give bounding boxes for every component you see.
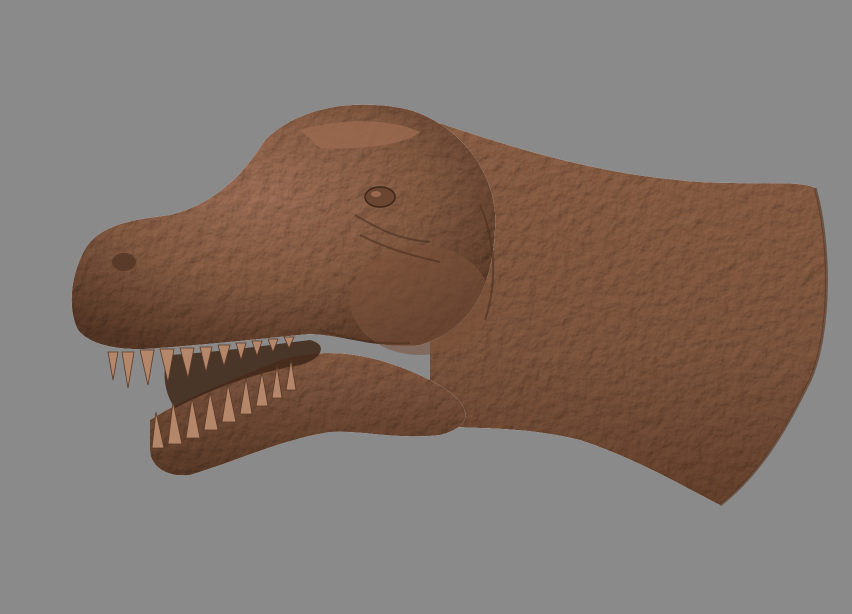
3d-viewport[interactable] — [0, 0, 852, 614]
neck — [430, 120, 827, 505]
nostril — [112, 253, 136, 271]
model-render[interactable] — [0, 0, 852, 614]
cheek — [350, 245, 490, 355]
eye — [364, 186, 396, 208]
eye-highlight — [371, 191, 381, 197]
